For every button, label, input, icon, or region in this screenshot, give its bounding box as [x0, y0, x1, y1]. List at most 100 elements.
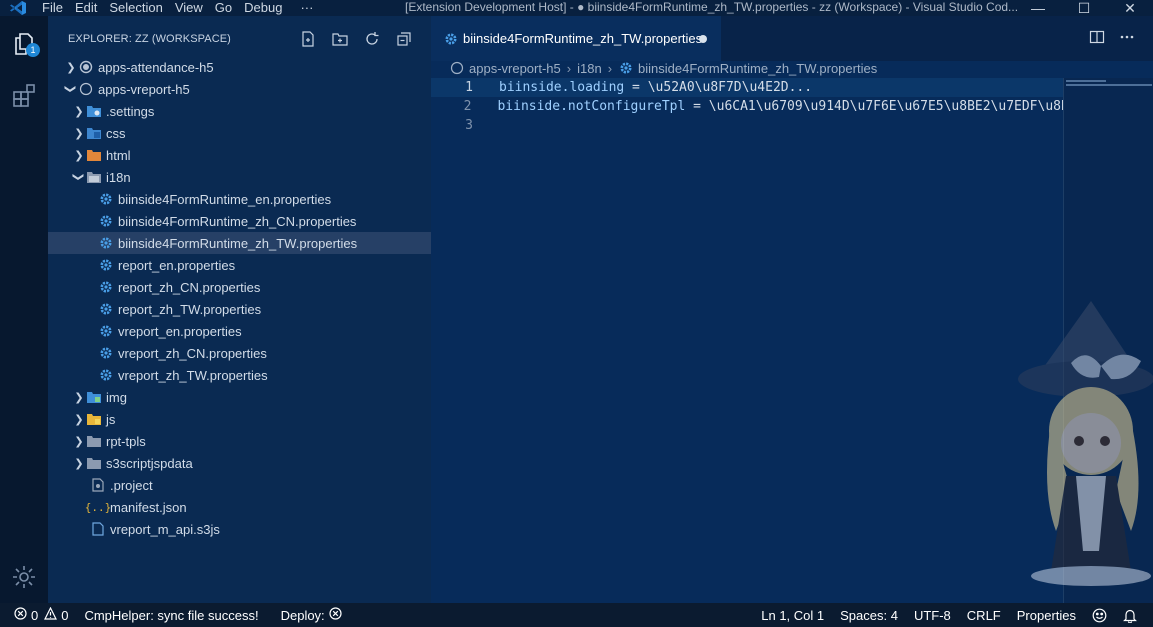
tree-item-vreport-m-api[interactable]: vreport_m_api.s3js [48, 518, 431, 540]
chevron-right-icon: ❯ [74, 457, 84, 470]
collapse-all-icon[interactable] [393, 29, 415, 49]
img-folder-icon [86, 389, 102, 405]
chevron-down-icon: ❯ [64, 84, 77, 94]
breadcrumb-item[interactable]: apps-vreport-h5 [469, 61, 561, 76]
tree-item-label: js [106, 411, 116, 427]
more-actions-icon[interactable] [1119, 29, 1135, 48]
deploy-status[interactable]: Deploy: [273, 607, 350, 623]
gear-file-icon [98, 367, 114, 383]
tree-item-biinside4formruntime-zh-cn[interactable]: biinside4FormRuntime_zh_CN.properties [48, 210, 431, 232]
project-file-icon [90, 477, 106, 493]
refresh-icon[interactable] [361, 29, 383, 49]
tab-label: biinside4FormRuntime_zh_TW.properties [463, 31, 703, 46]
indentation[interactable]: Spaces: 4 [832, 608, 906, 623]
tree-item-report-zh-cn[interactable]: report_zh_CN.properties [48, 276, 431, 298]
tree-item-js[interactable]: ❯ js [48, 408, 431, 430]
breadcrumb-separator-icon: › [566, 60, 572, 76]
file-icon [90, 521, 106, 537]
tree-item-label: img [106, 389, 127, 405]
feedback-smiley-icon[interactable] [1084, 608, 1115, 623]
tree-item-label: vreport_zh_CN.properties [118, 345, 267, 361]
tree-item-biinside4formruntime-en[interactable]: biinside4FormRuntime_en.properties [48, 188, 431, 210]
unsaved-dot-icon[interactable] [699, 35, 707, 43]
folder-icon [86, 455, 102, 471]
html-folder-icon [86, 147, 102, 163]
tree-item-label: report_zh_TW.properties [118, 301, 262, 317]
tree-item-css[interactable]: ❯ css [48, 122, 431, 144]
maximize-button[interactable]: ☐ [1061, 0, 1107, 16]
code-line[interactable]: 2 biinside.notConfigureTpl = \u6CA1\u670… [431, 97, 1063, 116]
tree-item-manifest-json[interactable]: {..} manifest.json [48, 496, 431, 518]
cursor-position[interactable]: Ln 1, Col 1 [753, 608, 832, 623]
new-file-icon[interactable] [297, 29, 319, 49]
new-folder-icon[interactable] [329, 29, 351, 49]
tree-item-img[interactable]: ❯ img [48, 386, 431, 408]
warning-count: 0 [61, 607, 69, 623]
gear-file-icon [98, 257, 114, 273]
tree-item-s3scriptjspdata[interactable]: ❯ s3scriptjspdata [48, 452, 431, 474]
tree-item-rpt-tpls[interactable]: ❯ rpt-tpls [48, 430, 431, 452]
breadcrumb-item[interactable]: i18n [577, 61, 602, 76]
tree-item-project[interactable]: .project [48, 474, 431, 496]
menu-go[interactable]: Go [209, 0, 238, 16]
chevron-right-icon: ❯ [74, 105, 84, 118]
explorer-icon[interactable]: 1 [8, 28, 40, 60]
tab-bar: biinside4FormRuntime_zh_TW.properties [431, 16, 1153, 61]
tree-item-apps-vreport-h5[interactable]: ❯ apps-vreport-h5 [48, 78, 431, 100]
menu-more[interactable]: ··· [288, 0, 319, 16]
property-key: biinside.loading [499, 80, 625, 95]
problems-indicator[interactable]: 0 0 [0, 606, 76, 623]
css-folder-icon [86, 125, 102, 141]
tree-item-i18n[interactable]: ❯ i18n [48, 166, 431, 188]
tree-item-label: report_en.properties [118, 257, 236, 273]
tree-item-label: vreport_m_api.s3js [110, 521, 220, 537]
line-number: 3 [465, 118, 473, 133]
encoding[interactable]: UTF-8 [906, 608, 959, 623]
tree-item-label: apps-vreport-h5 [98, 81, 190, 97]
menu-edit[interactable]: Edit [69, 0, 103, 16]
tree-item-html[interactable]: ❯ html [48, 144, 431, 166]
notifications-bell-icon[interactable] [1115, 608, 1145, 623]
code-editor[interactable]: 1 biinside.loading = \u52A0\u8F7D\u4E2D.… [431, 78, 1063, 135]
tree-item-label: i18n [106, 169, 131, 185]
editor-area: biinside4FormRuntime_zh_TW.properties ap… [431, 16, 1153, 603]
tree-item-settings[interactable]: ❯ .settings [48, 100, 431, 122]
tree-item-vreport-zh-tw[interactable]: vreport_zh_TW.properties [48, 364, 431, 386]
tree-item-vreport-en[interactable]: vreport_en.properties [48, 320, 431, 342]
end-of-line[interactable]: CRLF [959, 608, 1009, 623]
deploy-error-icon [329, 607, 342, 623]
manage-gear-icon[interactable] [8, 561, 40, 593]
menu-file[interactable]: File [36, 0, 69, 16]
tree-item-label: biinside4FormRuntime_zh_CN.properties [118, 213, 357, 229]
tab-biinside4formruntime-zh-tw[interactable]: biinside4FormRuntime_zh_TW.properties [431, 16, 721, 61]
error-icon [14, 607, 27, 623]
language-mode[interactable]: Properties [1009, 608, 1084, 623]
settings-folder-icon [86, 103, 102, 119]
explorer-badge: 1 [26, 43, 40, 57]
tree-item-label: vreport_zh_TW.properties [118, 367, 268, 383]
menu-debug[interactable]: Debug [238, 0, 288, 16]
cmphelper-status[interactable]: CmpHelper: sync file success! [76, 608, 266, 623]
error-count: 0 [31, 607, 39, 623]
tree-item-apps-attendance-h5[interactable]: ❯ apps-attendance-h5 [48, 56, 431, 78]
chevron-right-icon: ❯ [74, 127, 84, 140]
breadcrumb-item[interactable]: biinside4FormRuntime_zh_TW.properties [638, 61, 877, 76]
tree-item-label: vreport_en.properties [118, 323, 242, 339]
code-line[interactable]: 1 biinside.loading = \u52A0\u8F7D\u4E2D.… [431, 78, 1063, 97]
folder-icon [86, 433, 102, 449]
tree-item-biinside4formruntime-zh-tw[interactable]: biinside4FormRuntime_zh_TW.properties [48, 232, 431, 254]
gear-file-icon [98, 191, 114, 207]
chevron-right-icon: ❯ [74, 435, 84, 448]
menu-selection[interactable]: Selection [103, 0, 168, 16]
tree-item-vreport-zh-cn[interactable]: vreport_zh_CN.properties [48, 342, 431, 364]
minimize-button[interactable]: — [1015, 0, 1061, 16]
tree-item-report-en[interactable]: report_en.properties [48, 254, 431, 276]
extensions-icon[interactable] [8, 80, 40, 112]
gear-file-icon [98, 323, 114, 339]
menu-view[interactable]: View [169, 0, 209, 16]
code-line[interactable]: 3 [431, 116, 1063, 135]
tree-item-report-zh-tw[interactable]: report_zh_TW.properties [48, 298, 431, 320]
close-button[interactable]: ✕ [1107, 0, 1153, 16]
split-editor-icon[interactable] [1089, 29, 1105, 48]
tree-item-label: biinside4FormRuntime_en.properties [118, 191, 332, 207]
